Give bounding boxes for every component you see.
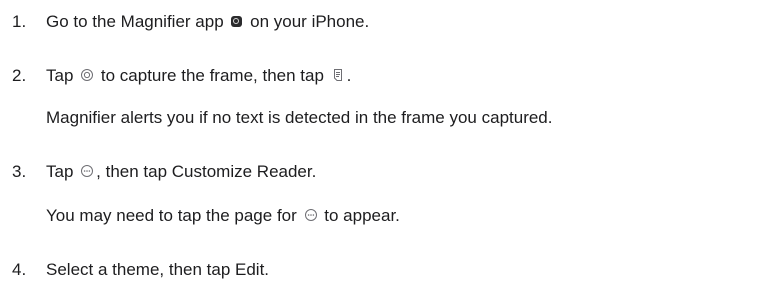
step-3-note: You may need to tap the page for to appe…	[46, 204, 400, 228]
more-icon	[304, 209, 317, 221]
step-text-part: Tap	[46, 162, 74, 181]
step-text-part: on your iPhone.	[250, 12, 370, 31]
shutter-icon	[81, 69, 94, 81]
step-text: Tap , then tap Customize Reader.	[46, 160, 316, 184]
step-text: Select a theme, then tap Edit.	[46, 260, 270, 279]
note-text-part: to appear.	[324, 206, 400, 225]
step-text-part: , then tap Customize Reader.	[96, 162, 317, 181]
step-text: Go to the Magnifier app on your iPhone.	[46, 10, 369, 34]
step-text: Tap to capture the frame, then tap .	[46, 64, 351, 88]
note-text-part: You may need to tap the page for	[46, 206, 297, 225]
step-text-part: Tap	[46, 66, 74, 85]
reader-icon	[333, 69, 342, 81]
step-number: 2.	[12, 66, 27, 85]
step-text-part: Go to the Magnifier app	[46, 12, 224, 31]
step-number: 1.	[12, 12, 27, 31]
step-text-part: to capture the frame, then tap	[100, 66, 324, 85]
steps-list: 1. Go to the Magnifier app on your iPhon…	[0, 0, 769, 305]
step-number: 4.	[12, 260, 27, 279]
step-number: 3.	[12, 162, 27, 181]
step-2-note: Magnifier alerts you if no text is detec…	[46, 108, 553, 127]
more-icon	[81, 165, 94, 177]
magnifier-app-icon	[231, 16, 243, 27]
step-text-part: .	[346, 66, 352, 85]
